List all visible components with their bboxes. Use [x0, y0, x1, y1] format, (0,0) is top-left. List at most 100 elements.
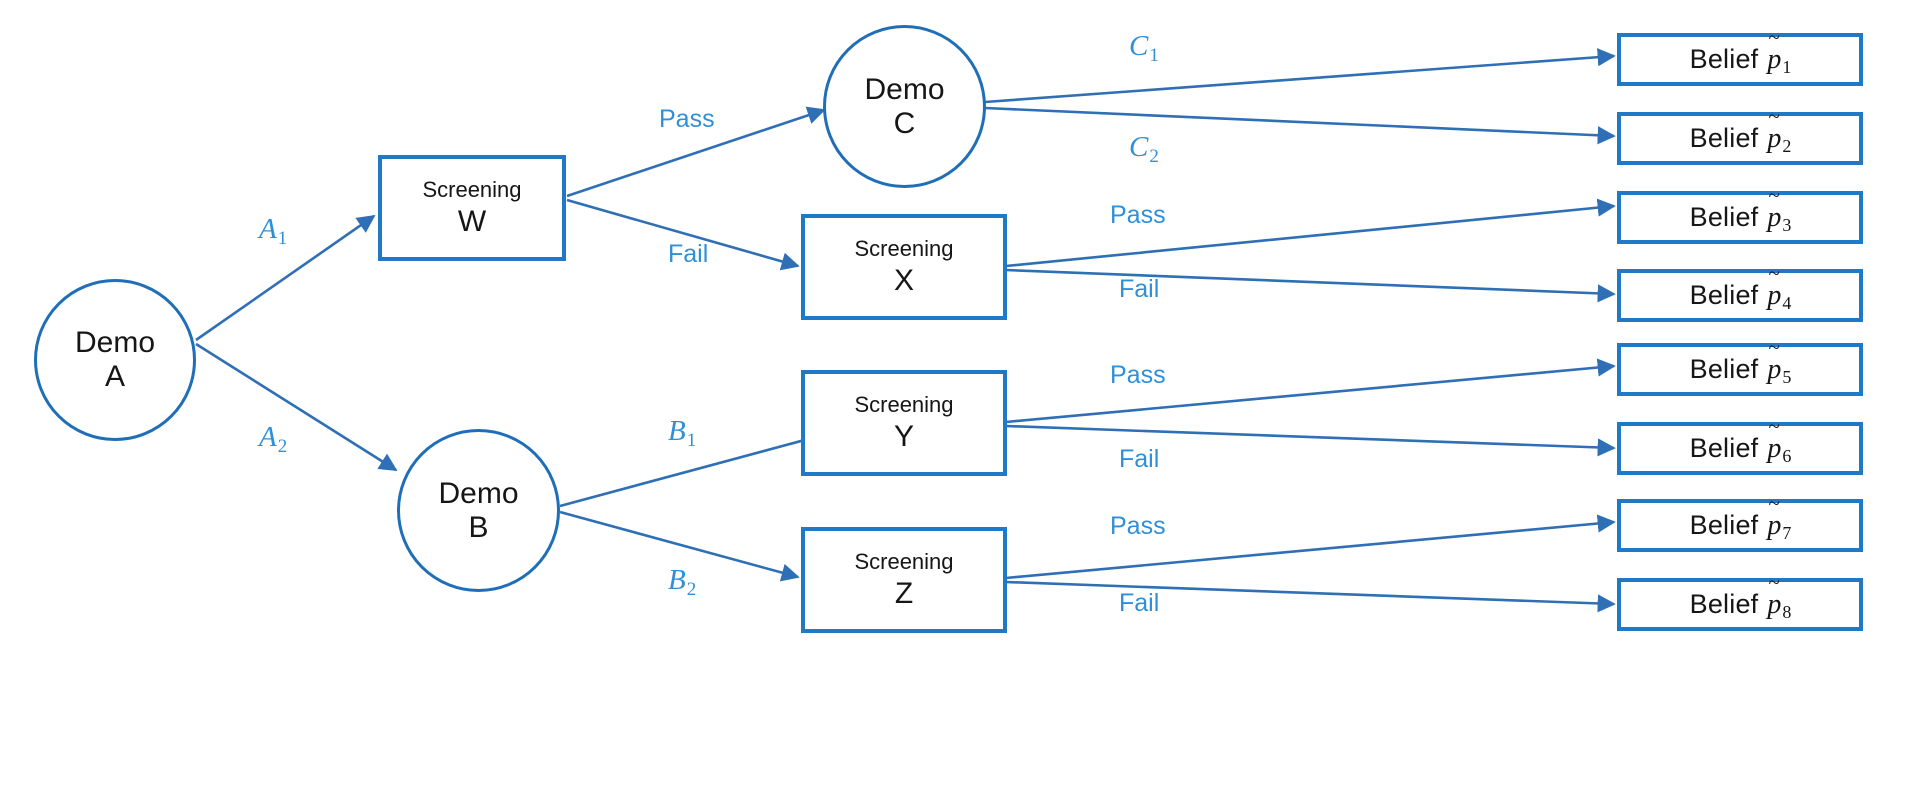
node-screening-w[interactable]: Screening W [378, 155, 566, 261]
belief-6-var: ~ p [1767, 415, 1781, 465]
belief-5-var: ~ p [1767, 336, 1781, 386]
node-screening-z[interactable]: Screening Z [801, 527, 1007, 633]
belief-3-accent: ~ [1768, 182, 1780, 207]
node-screening-y[interactable]: Screening Y [801, 370, 1007, 476]
edge-label-a2-sub: 2 [277, 436, 288, 457]
belief-4-sub: 4 [1782, 292, 1792, 313]
belief-5-sub: 5 [1782, 366, 1792, 387]
edge-label-a1-text: A [259, 213, 277, 245]
edge-label-a1-sub: 1 [277, 228, 288, 249]
node-belief-5[interactable]: Belief ~ p 5 [1617, 336, 1863, 396]
edge-label-c2-sub: 2 [1149, 146, 1159, 167]
belief-8-accent: ~ [1768, 569, 1780, 594]
belief-1-text: Belief ~ p 1 [1689, 26, 1792, 77]
node-screening-w-line1: Screening [422, 176, 522, 202]
node-demo-a-line1: Demo [74, 326, 156, 360]
decision-tree-diagram: Demo A Screening W Demo C Screening X De… [0, 0, 1920, 812]
belief-1-var: ~ p [1767, 26, 1781, 76]
edge-label-z-fail: Fail [1119, 589, 1160, 617]
belief-4-accent: ~ [1768, 260, 1780, 285]
belief-7-var: ~ p [1767, 492, 1781, 542]
node-belief-2[interactable]: Belief ~ p 2 [1617, 105, 1863, 165]
edge-label-b2-sub: 2 [686, 579, 697, 600]
belief-8-var: ~ p [1767, 571, 1781, 621]
belief-2-text: Belief ~ p 2 [1689, 105, 1792, 156]
belief-4-word: Belief [1689, 279, 1759, 310]
edge-screening-y-to-belief-5 [1005, 358, 1616, 424]
edge-label-b1-text: B [668, 415, 686, 447]
edge-demo-a-to-demo-b [195, 342, 398, 472]
belief-5-accent: ~ [1768, 334, 1780, 359]
edge-label-z-pass: Pass [1110, 512, 1166, 540]
belief-5-word: Belief [1689, 353, 1759, 384]
edge-label-c1: C1 [1129, 30, 1159, 66]
edge-screening-x-to-belief-4 [1005, 268, 1616, 303]
edge-label-x-fail: Fail [1119, 275, 1160, 303]
belief-1-word: Belief [1689, 43, 1759, 74]
belief-7-word: Belief [1689, 509, 1759, 540]
node-screening-z-line2: Z [894, 576, 914, 610]
edge-label-a2-text: A [259, 421, 277, 453]
edge-label-a2: A2 [259, 421, 288, 457]
belief-8-sub: 8 [1782, 601, 1792, 622]
belief-3-word: Belief [1689, 201, 1759, 232]
belief-6-accent: ~ [1768, 413, 1780, 438]
node-belief-7[interactable]: Belief ~ p 7 [1617, 492, 1863, 552]
node-belief-6[interactable]: Belief ~ p 6 [1617, 415, 1863, 475]
node-screening-x-line2: X [893, 263, 914, 297]
node-demo-b-line2: B [468, 510, 489, 544]
node-belief-8[interactable]: Belief ~ p 8 [1617, 571, 1863, 631]
belief-1-accent: ~ [1768, 24, 1780, 49]
belief-3-text: Belief ~ p 3 [1689, 184, 1792, 235]
node-demo-a[interactable]: Demo A [34, 279, 196, 441]
belief-2-sub: 2 [1782, 135, 1792, 156]
belief-2-accent: ~ [1768, 103, 1780, 128]
edge-label-c1-sub: 1 [1149, 45, 1159, 66]
node-belief-1[interactable]: Belief ~ p 1 [1617, 26, 1863, 86]
edge-label-c1-text: C [1129, 30, 1149, 62]
node-demo-a-line2: A [104, 360, 125, 393]
belief-6-word: Belief [1689, 432, 1759, 463]
edge-label-w-fail: Fail [668, 240, 709, 268]
belief-4-var: ~ p [1767, 262, 1781, 312]
edge-label-c2-text: C [1129, 131, 1149, 163]
belief-2-word: Belief [1689, 122, 1759, 153]
belief-7-accent: ~ [1768, 490, 1780, 515]
edge-label-b1-sub: 1 [686, 430, 697, 451]
belief-4-text: Belief ~ p 4 [1689, 262, 1792, 313]
node-screening-x[interactable]: Screening X [801, 214, 1007, 320]
belief-7-sub: 7 [1782, 522, 1792, 543]
node-demo-c[interactable]: Demo C [823, 25, 986, 188]
edge-screening-y-to-belief-6 [1005, 424, 1616, 457]
node-belief-4[interactable]: Belief ~ p 4 [1617, 262, 1863, 322]
belief-5-text: Belief ~ p 5 [1689, 336, 1792, 387]
edge-label-b1: B1 [668, 415, 697, 451]
edge-demo-c-to-belief-1 [984, 48, 1616, 104]
node-screening-x-line1: Screening [854, 235, 954, 261]
edge-label-b2-text: B [668, 564, 686, 596]
edge-screening-x-to-belief-3 [1005, 198, 1616, 268]
edge-demo-c-to-belief-2 [984, 106, 1616, 145]
node-screening-y-line2: Y [893, 419, 914, 453]
node-demo-b-line1: Demo [438, 476, 519, 510]
edge-screening-z-to-belief-8 [1005, 580, 1616, 613]
belief-1-sub: 1 [1782, 56, 1792, 77]
edge-label-b2: B2 [668, 564, 697, 600]
belief-8-text: Belief ~ p 8 [1689, 571, 1792, 622]
belief-8-word: Belief [1689, 588, 1759, 619]
belief-7-text: Belief ~ p 7 [1689, 492, 1792, 543]
edge-label-y-fail: Fail [1119, 445, 1160, 473]
node-screening-w-line2: W [457, 204, 487, 238]
belief-6-text: Belief ~ p 6 [1689, 415, 1792, 466]
node-demo-b[interactable]: Demo B [397, 429, 560, 592]
node-demo-c-line2: C [893, 106, 916, 140]
node-screening-z-line1: Screening [854, 548, 954, 574]
edge-label-y-pass: Pass [1110, 361, 1166, 389]
belief-3-var: ~ p [1767, 184, 1781, 234]
belief-3-sub: 3 [1782, 214, 1792, 235]
edge-label-w-pass: Pass [659, 105, 715, 133]
node-belief-3[interactable]: Belief ~ p 3 [1617, 184, 1863, 244]
node-screening-y-line1: Screening [854, 391, 954, 417]
edge-label-a1: A1 [259, 213, 288, 249]
node-demo-c-line1: Demo [864, 72, 945, 106]
